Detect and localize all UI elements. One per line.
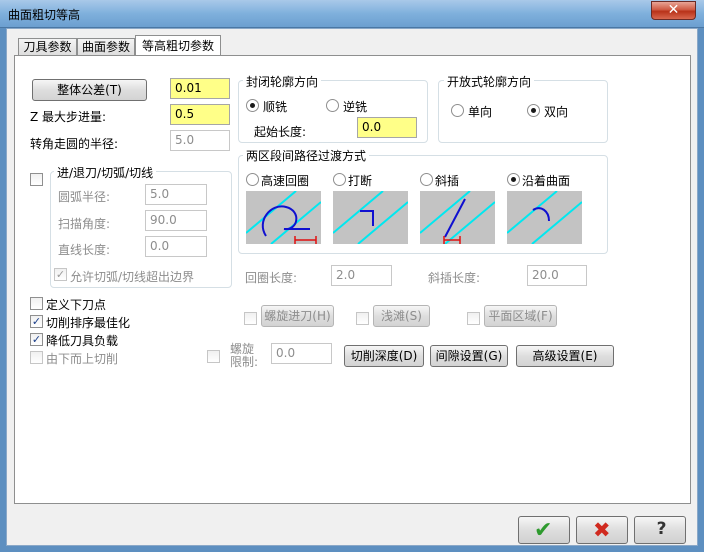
reduce-load-label: 降低刀具负载 (46, 334, 119, 348)
tab-label: 等高粗切参数 (141, 39, 214, 53)
tolerance-button[interactable]: 整体公差(T) (32, 79, 147, 101)
line-length-input[interactable]: 0.0 (145, 236, 207, 257)
button-label: 切削深度(D) (350, 349, 418, 363)
gap-settings-button[interactable]: 间隙设置(G) (430, 345, 508, 367)
corner-radius-label: 转角走圆的半径: (30, 137, 119, 151)
z-step-label: Z 最大步进量: (30, 110, 107, 124)
shallow-checkbox[interactable] (356, 312, 369, 325)
ramp-diagram (420, 191, 495, 244)
z-step-input[interactable]: 0.5 (170, 104, 230, 125)
one-way-radio[interactable] (451, 104, 464, 117)
tab-tool-params[interactable]: 刀具参数 (18, 38, 77, 56)
helix-entry-button[interactable]: 螺旋进刀(H) (261, 305, 334, 327)
cross-icon: ✖ (593, 518, 611, 542)
high-speed-loop-diagram (246, 191, 321, 244)
tab-label: 曲面参数 (81, 40, 130, 54)
arc-radius-label: 圆弧半径: (58, 190, 111, 204)
along-surface-diagram (507, 191, 582, 244)
cancel-button[interactable]: ✖ (576, 516, 628, 544)
help-button[interactable]: ? (634, 516, 686, 544)
loop-length-input[interactable]: 2.0 (331, 265, 392, 286)
transition-label-break: 打断 (348, 174, 373, 188)
transition-radio-break[interactable] (333, 173, 346, 186)
optimize-order-checkbox[interactable]: ✓ (30, 315, 43, 328)
ramp-length-label: 斜插长度: (428, 271, 481, 285)
start-length-input[interactable]: 0.0 (357, 117, 417, 138)
window-close-button[interactable]: ✕ (651, 1, 696, 20)
tab-contour-rough-params[interactable]: 等高粗切参数 (135, 35, 221, 56)
two-way-label: 双向 (544, 105, 569, 119)
close-icon: ✕ (667, 2, 680, 18)
advanced-settings-button[interactable]: 高级设置(E) (516, 345, 614, 367)
cut-depth-button[interactable]: 切削深度(D) (344, 345, 424, 367)
allow-overflow-checkbox[interactable]: ✓ (54, 268, 67, 281)
shallow-button[interactable]: 浅滩(S) (373, 305, 430, 327)
entry-exit-checkbox[interactable] (30, 173, 43, 186)
button-label: 平面区域(F) (488, 309, 553, 323)
tolerance-input[interactable]: 0.01 (170, 78, 230, 99)
entry-exit-group-title: 进/退刀/切弧/切线 (54, 164, 157, 181)
optimize-order-label: 切削排序最佳化 (46, 316, 131, 330)
break-diagram (333, 191, 408, 244)
transition-radio-along-surface[interactable] (507, 173, 520, 186)
helix-limit-label-2: 限制: (230, 355, 259, 369)
open-contour-title: 开放式轮廓方向 (444, 73, 535, 90)
flat-area-checkbox[interactable] (467, 312, 480, 325)
two-way-radio[interactable] (527, 104, 540, 117)
climb-radio[interactable] (246, 99, 259, 112)
transition-radio-high-speed-loop[interactable] (246, 173, 259, 186)
bottom-up-checkbox[interactable] (30, 351, 43, 364)
transition-radio-ramp[interactable] (420, 173, 433, 186)
transition-title: 两区段间路径过渡方式 (243, 147, 370, 164)
allow-overflow-label: 允许切弧/切线超出边界 (70, 270, 195, 284)
ok-button[interactable]: ✔ (518, 516, 570, 544)
watermark: Baidu 经验 (548, 472, 660, 496)
define-entry-point-label: 定义下刀点 (46, 298, 107, 312)
closed-contour-title: 封闭轮廓方向 (243, 73, 322, 90)
helix-limit-input[interactable]: 0.0 (271, 343, 332, 364)
conventional-radio[interactable] (326, 99, 339, 112)
window-titlebar (0, 0, 704, 28)
button-label: 高级设置(E) (532, 349, 598, 363)
one-way-label: 单向 (468, 105, 493, 119)
transition-label-high-speed-loop: 高速回圈 (261, 174, 310, 188)
tab-surface-params[interactable]: 曲面参数 (77, 38, 135, 56)
line-length-label: 直线长度: (58, 243, 111, 257)
arc-radius-input[interactable]: 5.0 (145, 184, 207, 205)
loop-length-label: 回圈长度: (245, 271, 298, 285)
tab-label: 刀具参数 (23, 40, 72, 54)
button-label: 整体公差(T) (57, 83, 122, 97)
button-label: 螺旋进刀(H) (264, 309, 331, 323)
define-entry-point-checkbox[interactable] (30, 297, 43, 310)
climb-label: 顺铣 (263, 100, 288, 114)
ramp-length-input[interactable]: 20.0 (527, 265, 587, 286)
window-title: 曲面粗切等高 (8, 8, 81, 22)
conventional-label: 逆铣 (343, 100, 368, 114)
corner-radius-input[interactable]: 5.0 (170, 130, 230, 151)
check-icon: ✔ (534, 518, 553, 543)
start-length-label: 起始长度: (254, 125, 307, 139)
help-icon: ? (656, 519, 667, 539)
helix-entry-checkbox[interactable] (244, 312, 257, 325)
transition-label-ramp: 斜插 (435, 174, 460, 188)
transition-label-along-surface: 沿着曲面 (522, 174, 571, 188)
bottom-up-label: 由下而上切削 (46, 352, 119, 366)
reduce-load-checkbox[interactable]: ✓ (30, 333, 43, 346)
button-label: 浅滩(S) (381, 309, 422, 323)
flat-area-button[interactable]: 平面区域(F) (484, 305, 557, 327)
button-label: 间隙设置(G) (435, 349, 503, 363)
sweep-angle-input[interactable]: 90.0 (145, 210, 207, 231)
sweep-angle-label: 扫描角度: (58, 217, 111, 231)
helix-limit-checkbox[interactable] (207, 350, 220, 363)
